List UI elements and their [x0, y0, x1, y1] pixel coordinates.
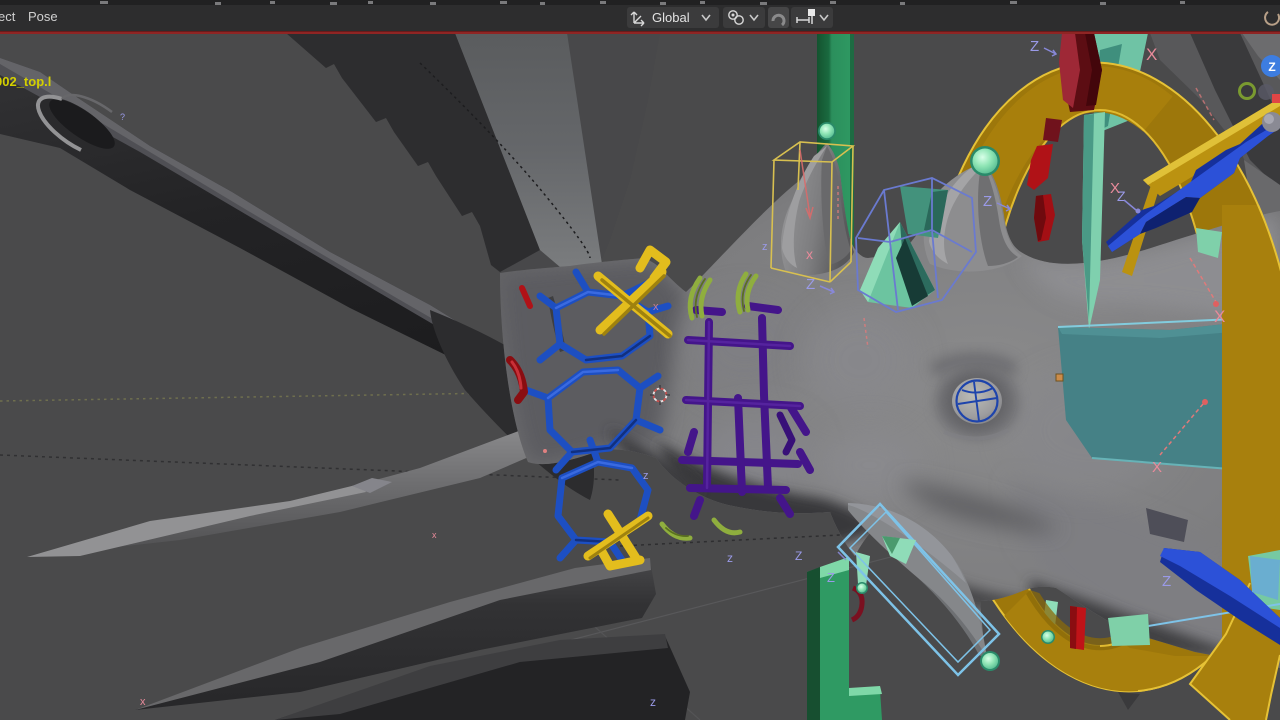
svg-text:X: X [1110, 180, 1120, 197]
svg-text:X: X [1146, 45, 1157, 64]
svg-text:x: x [432, 530, 437, 540]
svg-text:z: z [727, 551, 733, 565]
svg-text:?: ? [120, 112, 125, 122]
svg-text:Z: Z [983, 193, 992, 210]
svg-text:z: z [650, 695, 656, 709]
svg-text:Z: Z [806, 276, 815, 293]
svg-text:X: X [1214, 307, 1225, 326]
svg-text:Z: Z [795, 549, 802, 563]
svg-text:002_top.l: 002_top.l [0, 74, 51, 89]
svg-text:Global: Global [652, 10, 690, 25]
svg-text:Z: Z [827, 570, 835, 585]
svg-text:x: x [653, 301, 659, 313]
svg-text:z: z [643, 470, 649, 482]
svg-text:x: x [140, 696, 146, 708]
svg-text:X: X [1152, 459, 1162, 476]
svg-text:Pose: Pose [28, 9, 58, 24]
svg-text:Z: Z [1162, 573, 1171, 590]
svg-text:z: z [762, 241, 768, 253]
svg-text:Z: Z [1030, 38, 1039, 55]
svg-text:x: x [806, 246, 813, 262]
svg-text:ect: ect [0, 9, 16, 24]
svg-text:Z: Z [1268, 60, 1275, 74]
